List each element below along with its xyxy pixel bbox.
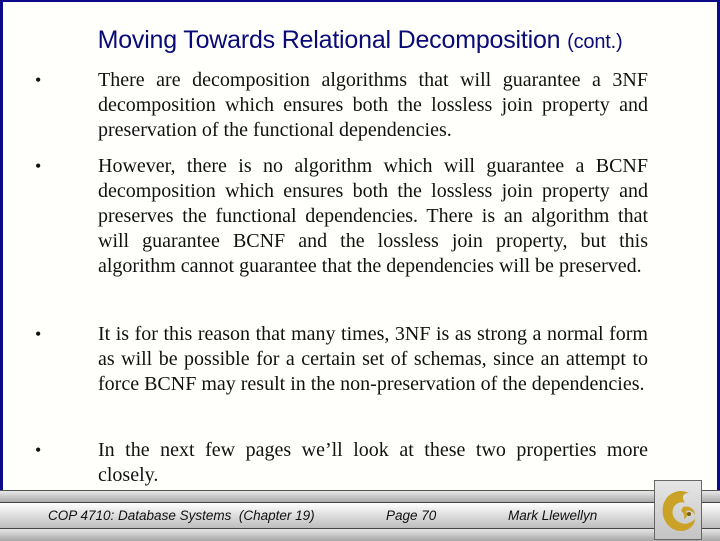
slide-title-suffix: (cont.) — [567, 31, 623, 53]
bullet-text: There are decomposition algorithms that … — [98, 69, 648, 141]
bullet-text: It is for this reason that many times, 3… — [98, 323, 648, 395]
footer-band-bottom — [0, 529, 720, 541]
bullet-marker: • — [35, 156, 42, 176]
footer-course: COP 4710: Database Systems (Chapter 19) — [48, 508, 315, 523]
bullet-marker: • — [35, 70, 42, 90]
bullet-text: However, there is no algorithm which wil… — [98, 155, 648, 277]
footer-bar: COP 4710: Database Systems (Chapter 19) … — [0, 490, 720, 541]
slide: Moving Towards Relational Decomposition … — [0, 0, 720, 540]
bullet-marker: • — [35, 440, 42, 460]
pegasus-logo-icon — [662, 491, 695, 531]
logo-box — [654, 480, 702, 540]
bullet-text: In the next few pages we’ll look at thes… — [98, 439, 648, 486]
slide-title: Moving Towards Relational Decomposition … — [3, 26, 717, 55]
slide-title-main: Moving Towards Relational Decomposition — [97, 26, 561, 54]
footer-page-number: Page 70 — [386, 508, 437, 523]
footer-author: Mark Llewellyn — [508, 508, 598, 523]
footer-band-top — [0, 491, 720, 503]
bullet-marker: • — [35, 324, 42, 344]
